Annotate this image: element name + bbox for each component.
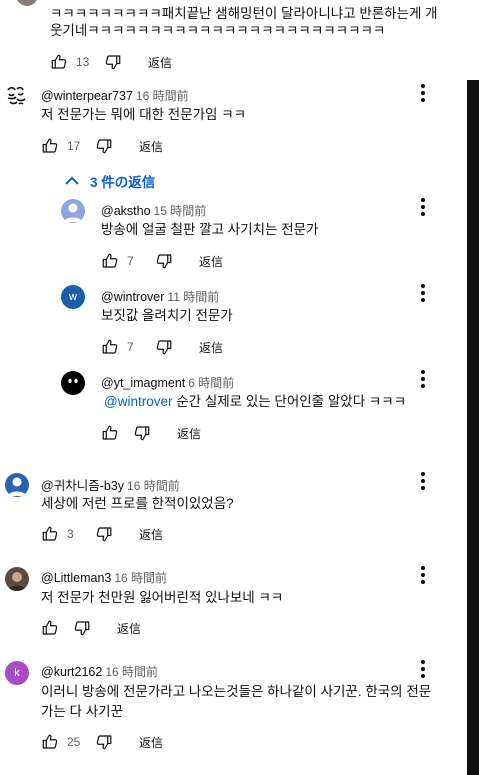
reply-author: @akstho 15 時間前 — [101, 202, 206, 219]
comment-actions: 3 返信 — [41, 524, 163, 544]
chevron-up-icon — [65, 176, 79, 185]
thumb-down-icon[interactable] — [95, 137, 113, 155]
like-count: 3 — [67, 527, 74, 541]
comment-author: @Littleman3 16 時間前 — [41, 569, 167, 586]
thumb-up-icon[interactable] — [41, 733, 59, 751]
reply-author: @yt_imagment 6 時間前 — [101, 374, 234, 391]
thumb-down-icon[interactable] — [95, 525, 113, 543]
avatar[interactable]: w — [61, 285, 85, 309]
comment-text: 저 전문가는 뭐에 대한 전문가임 ㅋㅋ — [41, 107, 247, 122]
like-count: 7 — [127, 254, 134, 268]
reply-button[interactable]: 返信 — [148, 54, 172, 71]
mention-link[interactable]: @wintrover — [104, 394, 172, 409]
reply-button[interactable]: 返信 — [177, 425, 201, 442]
thumb-down-icon[interactable] — [73, 619, 91, 637]
reply-button[interactable]: 返信 — [139, 138, 163, 155]
replies-toggle[interactable]: 3 件の返信 — [64, 171, 155, 191]
reply-button[interactable]: 返信 — [199, 253, 223, 270]
comment-actions: 25 返信 — [41, 732, 163, 752]
author-name[interactable]: @yt_imagment — [101, 376, 185, 390]
timestamp[interactable]: 6 時間前 — [188, 376, 234, 390]
more-vert-icon[interactable] — [414, 472, 432, 490]
thumb-down-icon[interactable] — [155, 252, 173, 270]
photo-avatar-icon — [7, 572, 27, 591]
more-vert-icon[interactable] — [414, 284, 432, 302]
comment-actions: 返信 — [41, 618, 141, 638]
reply-text: 보짓값 올려치기 전문가 — [101, 308, 233, 323]
avatar[interactable]: k — [5, 661, 29, 685]
timestamp[interactable]: 15 時間前 — [154, 204, 207, 218]
timestamp[interactable]: 16 時間前 — [136, 89, 189, 103]
timestamp[interactable]: 16 時間前 — [114, 571, 167, 585]
more-vert-icon[interactable] — [414, 198, 432, 216]
more-vert-icon[interactable] — [414, 566, 432, 584]
author-name[interactable]: @Littleman3 — [41, 571, 111, 585]
avatar[interactable] — [5, 473, 29, 497]
comment-text: 이러니 방송에 전문가라고 나오는것들은 하나같이 사기꾼. 한국의 전문 — [41, 684, 432, 699]
reply-button[interactable]: 返信 — [139, 734, 163, 751]
timestamp[interactable]: 16 時間前 — [105, 665, 158, 679]
comment-text: 웃기네ㅋㅋㅋㅋㅋㅋㅋㅋㅋㅋㅋㅋㅋㅋㅋㅋㅋㅋㅋㅋㅋㅋㅋㅋ — [50, 23, 386, 38]
comment-text: 세상에 저런 프로를 한적이있었음? — [41, 496, 234, 511]
reply-button[interactable]: 返信 — [139, 526, 163, 543]
reply-text-body: 순간 실제로 있는 단어인줄 알았다 ㅋㅋㅋ — [172, 394, 407, 409]
timestamp[interactable]: 11 時間前 — [167, 290, 219, 304]
thumb-up-icon[interactable] — [101, 252, 119, 270]
reply-author: @wintrover 11 時間前 — [101, 288, 219, 305]
avatar[interactable] — [5, 567, 29, 591]
more-vert-icon[interactable] — [414, 84, 432, 102]
author-name[interactable]: @akstho — [101, 204, 151, 218]
author-name[interactable]: @kurt2162 — [41, 665, 102, 679]
thumb-up-icon[interactable] — [41, 619, 59, 637]
thumb-down-icon[interactable] — [133, 424, 151, 442]
thumb-up-icon[interactable] — [101, 338, 119, 356]
default-user-icon — [64, 203, 82, 222]
reply-text: @wintrover 순간 실제로 있는 단어인줄 알았다 ㅋㅋㅋ — [104, 392, 406, 412]
comment-author: @귀차니즘-b3y 16 時間前 — [41, 475, 180, 494]
author-name[interactable]: @귀차니즘-b3y — [41, 479, 124, 493]
like-count: 25 — [67, 735, 81, 749]
timestamp[interactable]: 16 時間前 — [127, 479, 180, 493]
comment-author: @kurt2162 16 時間前 — [41, 663, 158, 680]
comment-actions: 13 返信 — [50, 52, 172, 72]
reply-button[interactable]: 返信 — [199, 339, 223, 356]
avatar[interactable] — [5, 84, 29, 108]
default-user-icon — [8, 477, 26, 496]
replies-toggle-label: 3 件の返信 — [90, 175, 156, 190]
like-count: 7 — [127, 340, 134, 354]
thumb-down-icon[interactable] — [95, 733, 113, 751]
comments-panel: ㅋㅋㅋㅋㅋㅋㅋㅋㅋ패치끝난 샘해밍턴이 달라아니냐고 반론하는게 개 웃기네ㅋㅋ… — [0, 0, 479, 775]
comment-text: 가는 다 사기꾼 — [41, 704, 124, 719]
comment-text: 저 전문가 천만원 잃어버린적 있나보네 ㅋㅋ — [41, 590, 284, 605]
comment-actions: 17 返信 — [41, 136, 163, 156]
scrollbar[interactable] — [467, 80, 479, 775]
reply-actions: 返信 — [101, 423, 201, 443]
avatar[interactable] — [16, 0, 38, 6]
avatar[interactable] — [61, 199, 85, 223]
logo-avatar-icon — [7, 86, 26, 105]
reply-actions: 7 返信 — [101, 251, 223, 271]
thumb-up-icon[interactable] — [101, 424, 119, 442]
more-vert-icon[interactable] — [414, 660, 432, 678]
author-name[interactable]: @wintrover — [101, 290, 164, 304]
thumb-up-icon[interactable] — [41, 525, 59, 543]
more-vert-icon[interactable] — [414, 370, 432, 388]
thumb-up-icon[interactable] — [50, 53, 68, 71]
author-name[interactable]: @winterpear737 — [41, 89, 133, 103]
like-count: 13 — [76, 55, 90, 69]
thumb-down-icon[interactable] — [155, 338, 173, 356]
reply-actions: 7 返信 — [101, 337, 223, 357]
reply-text: 방송에 얼굴 철판 깔고 사기치는 전문가 — [101, 222, 319, 237]
like-count: 17 — [67, 139, 81, 153]
reply-button[interactable]: 返信 — [117, 620, 141, 637]
avatar-letter: k — [14, 667, 20, 679]
avatar-letter: w — [69, 291, 77, 303]
thumb-down-icon[interactable] — [104, 53, 122, 71]
face-avatar-icon — [68, 378, 78, 384]
avatar[interactable] — [61, 371, 85, 395]
comment-author: @winterpear737 16 時間前 — [41, 87, 189, 104]
thumb-up-icon[interactable] — [41, 137, 59, 155]
